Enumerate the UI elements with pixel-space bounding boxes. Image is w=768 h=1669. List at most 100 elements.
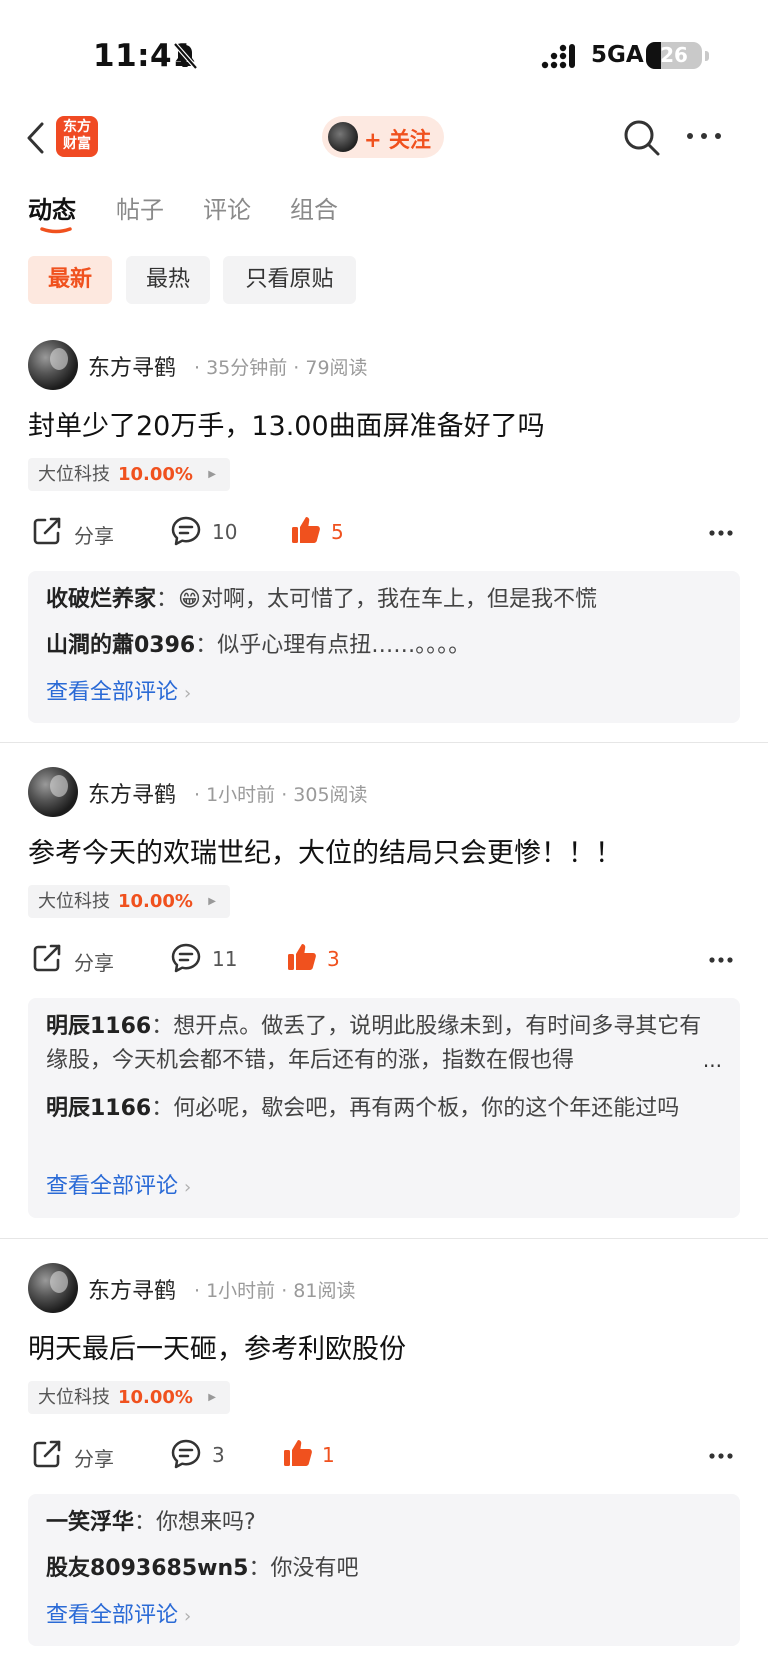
- like-count[interactable]: 1: [322, 1443, 335, 1467]
- stock-change: 10.00%: [118, 891, 193, 912]
- post-content[interactable]: 明天最后一天砸，参考利欧股份: [28, 1327, 406, 1366]
- divider: [0, 742, 768, 743]
- comment-text: 似乎心理有点扭……。。。。: [217, 633, 471, 658]
- author-avatar[interactable]: [28, 1263, 78, 1313]
- share-icon[interactable]: [32, 1439, 62, 1469]
- comment-item[interactable]: 山澗的蕭0396：似乎心理有点扭……。。。。: [46, 629, 470, 663]
- stock-change: 10.00%: [118, 464, 193, 485]
- commenter-name[interactable]: 山澗的蕭0396: [46, 633, 195, 658]
- comment-icon[interactable]: [170, 515, 202, 547]
- view-all-comments-link[interactable]: 查看全部评论 ›: [46, 1597, 191, 1629]
- share-icon[interactable]: [32, 516, 62, 546]
- comment-truncation-ellipsis: ...: [702, 1048, 722, 1072]
- post-more-icon[interactable]: [708, 956, 734, 964]
- share-label[interactable]: 分享: [74, 1443, 114, 1472]
- post-meta: · 35分钟前 · 79阅读: [194, 357, 368, 379]
- post-more-icon[interactable]: [708, 1452, 734, 1460]
- view-all-comments-link[interactable]: 查看全部评论 ›: [46, 674, 191, 706]
- post-meta: · 1小时前 · 305阅读: [194, 784, 368, 806]
- view-all-label: 查看全部评论: [46, 1603, 179, 1628]
- author-avatar[interactable]: [28, 340, 78, 390]
- comment-item[interactable]: 明辰1166：想开点。做丢了，说明此股缘未到，有时间多寻其它有缘股，今天机会都不…: [46, 1010, 722, 1078]
- chevron-right-icon: ›: [184, 683, 192, 704]
- status-bar: 11:41 5GA 26: [0, 0, 768, 110]
- comment-text: 😁对啊，太可惜了，我在车上，但是我不慌: [178, 587, 597, 612]
- battery-level: 26: [660, 43, 688, 67]
- author-name[interactable]: 东方寻鹤: [88, 350, 176, 382]
- tab-comments[interactable]: 评论: [203, 190, 251, 225]
- comments-preview[interactable]: 收破烂养家：😁对啊，太可惜了，我在车上，但是我不慌 山澗的蕭0396：似乎心理有…: [28, 571, 740, 723]
- follow-button[interactable]: + 关注: [322, 116, 444, 158]
- comment-text: 你没有吧: [270, 1556, 359, 1581]
- like-count[interactable]: 5: [331, 520, 344, 544]
- battery-icon: 26: [646, 42, 702, 69]
- stock-tag[interactable]: 大位科技 10.00% ▶: [28, 885, 230, 918]
- post-content[interactable]: 封单少了20万手，13.00曲面屏准备好了吗: [28, 404, 545, 443]
- commenter-name[interactable]: 收破烂养家: [46, 587, 156, 612]
- tab-dynamics[interactable]: 动态: [28, 190, 76, 225]
- filter-hottest[interactable]: 最热: [126, 256, 210, 304]
- comment-separator: ：: [156, 587, 179, 612]
- comment-icon[interactable]: [170, 942, 202, 974]
- author-name[interactable]: 东方寻鹤: [88, 1273, 176, 1305]
- stock-tag[interactable]: 大位科技 10.00% ▶: [28, 458, 230, 491]
- tab-posts[interactable]: 帖子: [116, 190, 164, 225]
- more-options-icon[interactable]: [684, 128, 724, 144]
- comment-separator: ：: [151, 1014, 174, 1039]
- stock-name: 大位科技: [38, 464, 110, 485]
- follow-label: + 关注: [364, 128, 431, 152]
- post-content[interactable]: 参考今天的欢瑞世纪，大位的结局只会更惨！！！: [28, 831, 622, 870]
- comment-count[interactable]: 3: [212, 1443, 225, 1467]
- view-all-comments-link[interactable]: 查看全部评论 ›: [46, 1168, 191, 1200]
- tab-portfolio[interactable]: 组合: [290, 190, 338, 225]
- share-icon[interactable]: [32, 943, 62, 973]
- search-icon[interactable]: [622, 118, 662, 158]
- commenter-name[interactable]: 一笑浮华: [46, 1510, 134, 1535]
- comment-item[interactable]: 收破烂养家：😁对啊，太可惜了，我在车上，但是我不慌: [46, 583, 597, 617]
- tab-active-indicator: [40, 227, 72, 234]
- comments-preview[interactable]: 明辰1166：想开点。做丢了，说明此股缘未到，有时间多寻其它有缘股，今天机会都不…: [28, 998, 740, 1218]
- bell-off-icon: [173, 42, 198, 70]
- comment-separator: ：: [151, 1096, 174, 1121]
- comment-separator: ：: [195, 633, 218, 658]
- comment-count[interactable]: 10: [212, 520, 237, 544]
- comment-item[interactable]: 明辰1166：何必呢，歇会吧，再有两个板，你的这个年还能过吗: [46, 1092, 722, 1126]
- stock-name: 大位科技: [38, 1387, 110, 1408]
- chevron-right-icon: ›: [184, 1606, 192, 1627]
- logo-line1: 东方: [63, 119, 91, 135]
- comment-item[interactable]: 一笑浮华：你想来吗?: [46, 1506, 256, 1540]
- app-logo[interactable]: 东方 财富: [56, 116, 98, 157]
- share-label[interactable]: 分享: [74, 947, 114, 976]
- stock-tag[interactable]: 大位科技 10.00% ▶: [28, 1381, 230, 1414]
- comment-count[interactable]: 11: [212, 947, 237, 971]
- comments-preview[interactable]: 一笑浮华：你想来吗? 股友8093685wn5：你没有吧 查看全部评论 ›: [28, 1494, 740, 1646]
- view-all-label: 查看全部评论: [46, 1174, 179, 1199]
- back-arrow-icon[interactable]: [24, 118, 48, 158]
- thumbs-up-icon[interactable]: [290, 514, 322, 546]
- comment-icon[interactable]: [170, 1438, 202, 1470]
- comment-text: 何必呢，歇会吧，再有两个板，你的这个年还能过吗: [173, 1096, 680, 1121]
- user-avatar: [328, 122, 358, 152]
- thumbs-up-icon[interactable]: [286, 941, 318, 973]
- filter-latest[interactable]: 最新: [28, 256, 112, 304]
- share-label[interactable]: 分享: [74, 520, 114, 549]
- triangle-right-icon: ▶: [208, 1392, 216, 1403]
- thumbs-up-icon[interactable]: [282, 1437, 314, 1469]
- logo-line2: 财富: [63, 136, 91, 152]
- commenter-name[interactable]: 明辰1166: [46, 1014, 151, 1039]
- comment-separator: ：: [134, 1510, 157, 1535]
- author-avatar[interactable]: [28, 767, 78, 817]
- filter-original-only[interactable]: 只看原贴: [223, 256, 356, 304]
- signal-icon: [541, 44, 575, 69]
- commenter-name[interactable]: 股友8093685wn5: [46, 1556, 248, 1581]
- comment-separator: ：: [248, 1556, 271, 1581]
- network-type: 5GA: [591, 42, 644, 68]
- comment-item[interactable]: 股友8093685wn5：你没有吧: [46, 1552, 358, 1586]
- comment-text: 你想来吗?: [156, 1510, 256, 1535]
- triangle-right-icon: ▶: [208, 896, 216, 907]
- chevron-right-icon: ›: [184, 1177, 192, 1198]
- author-name[interactable]: 东方寻鹤: [88, 777, 176, 809]
- post-more-icon[interactable]: [708, 529, 734, 537]
- like-count[interactable]: 3: [327, 947, 340, 971]
- commenter-name[interactable]: 明辰1166: [46, 1096, 151, 1121]
